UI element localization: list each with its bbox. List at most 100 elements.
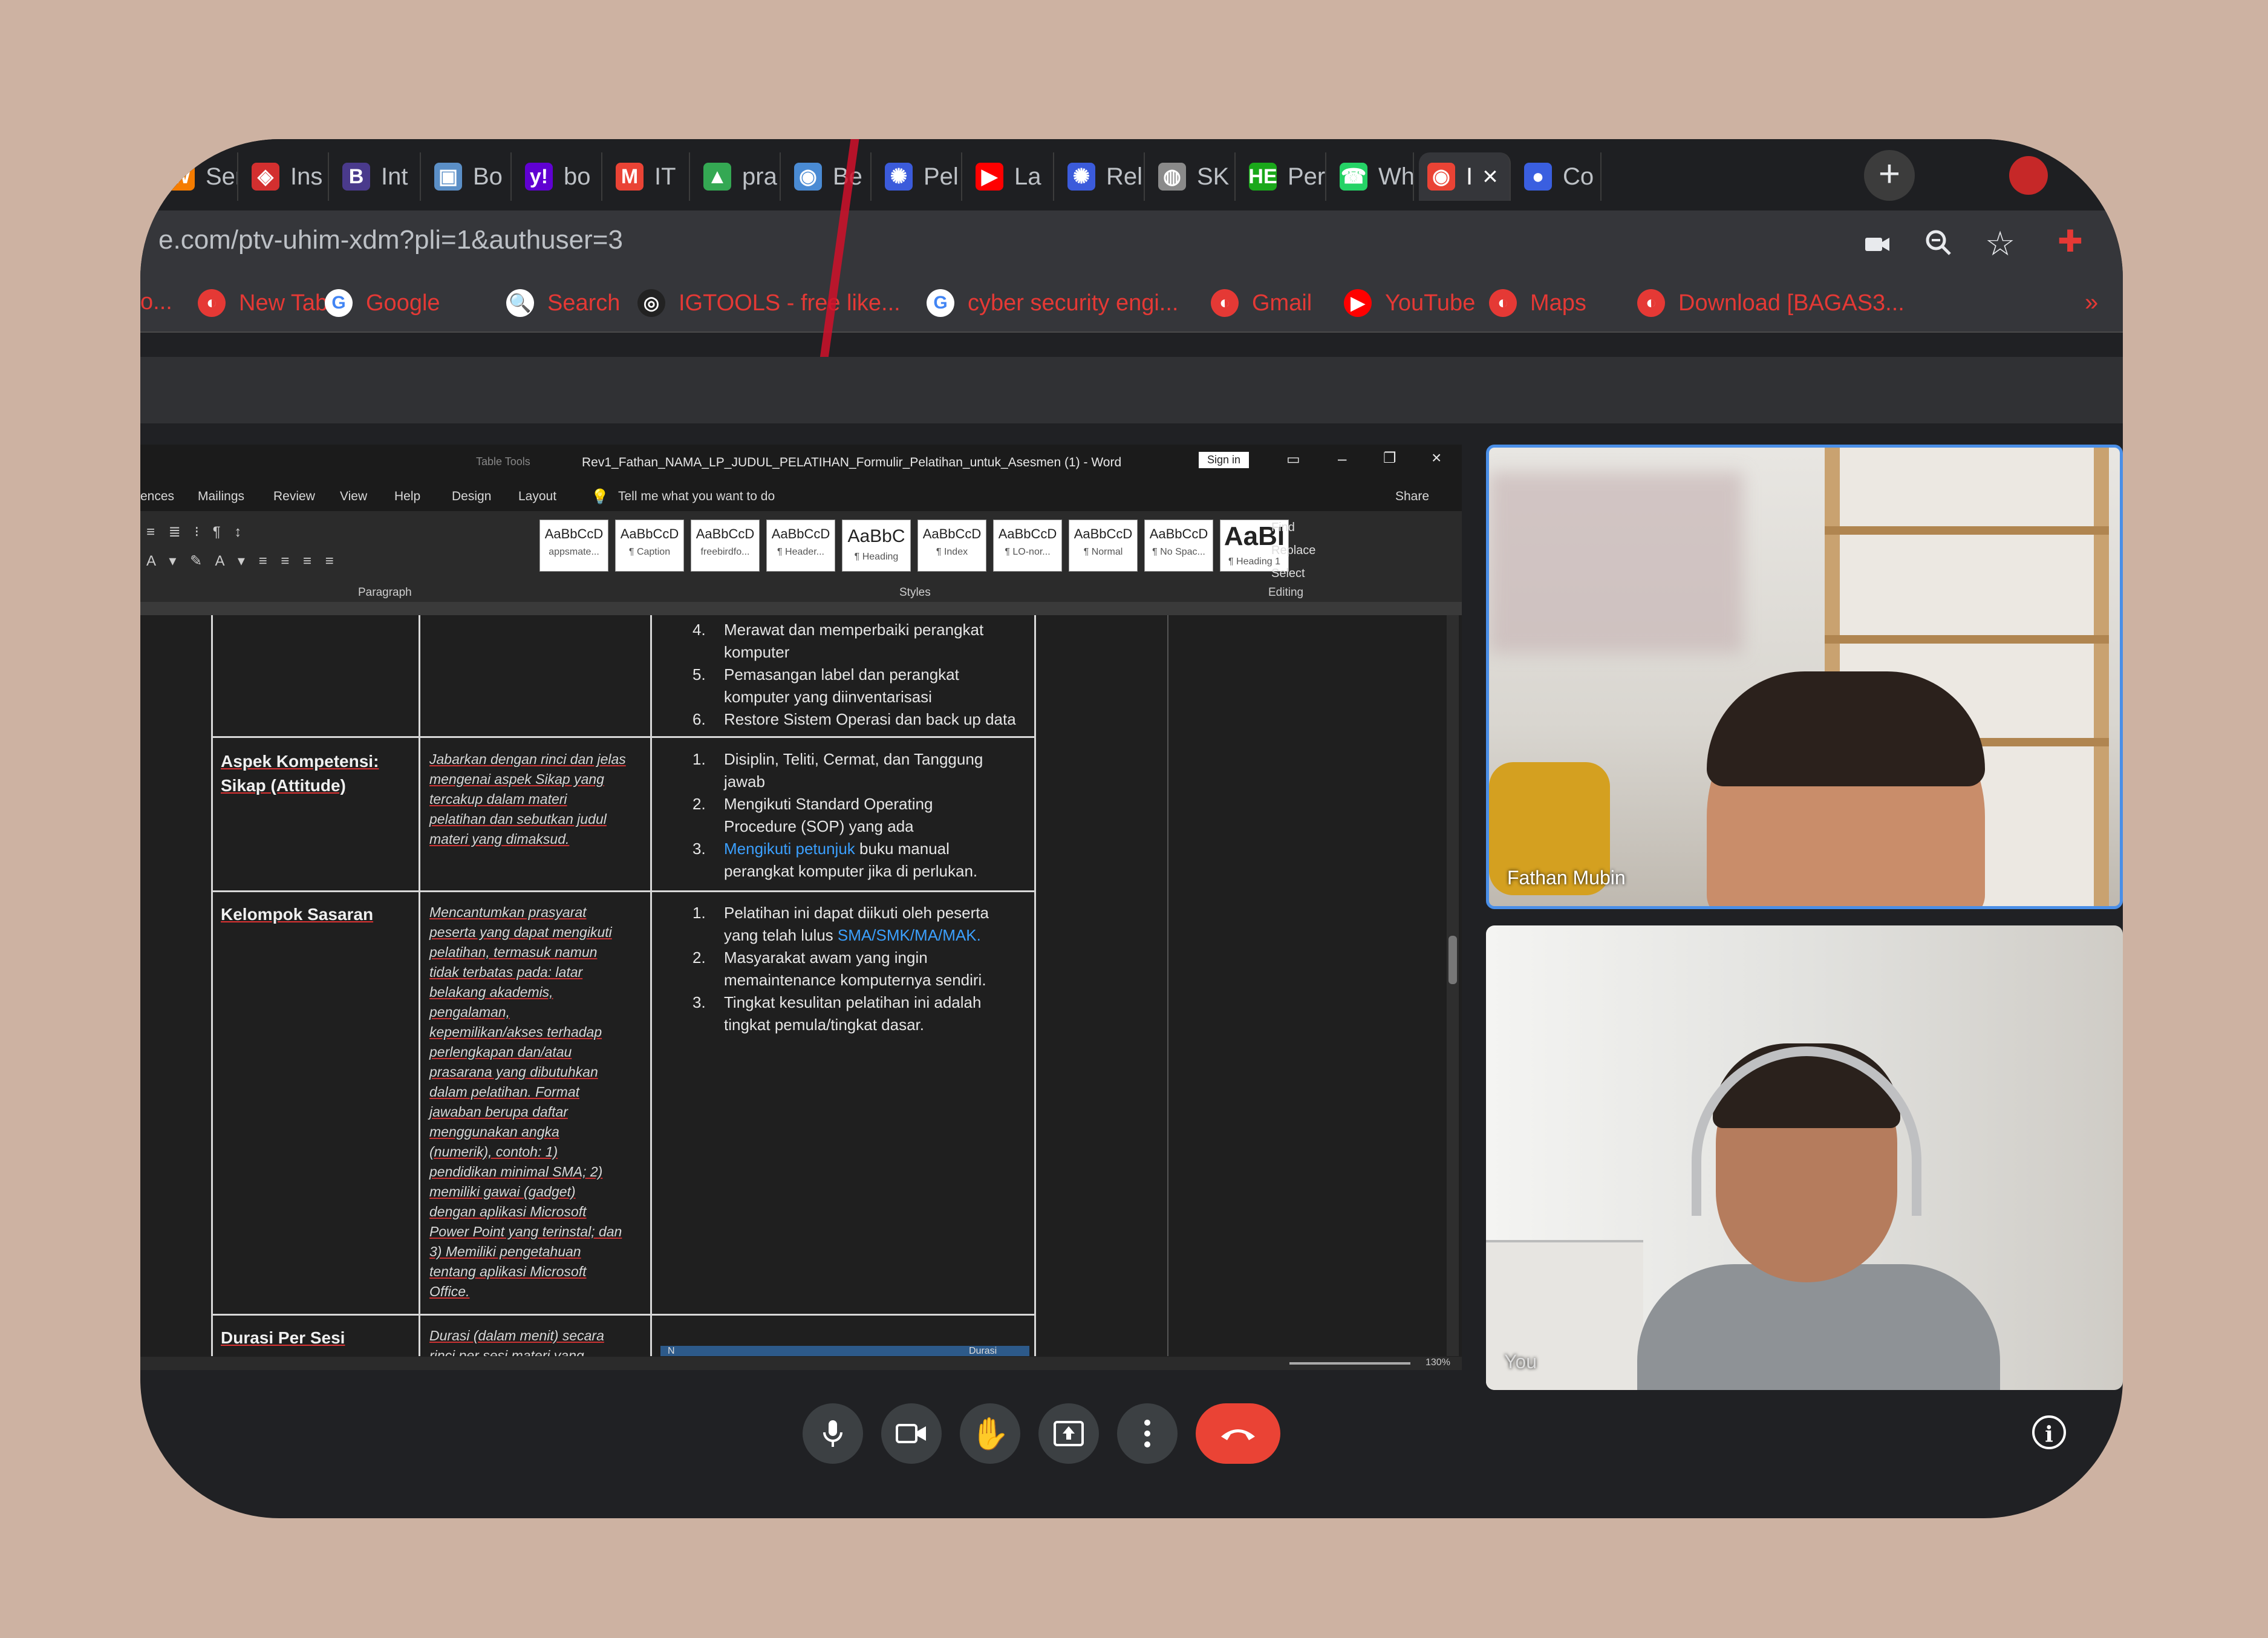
paragraph-tools: ≡ ≣ ⁝ ¶ ↕ <box>146 524 247 540</box>
document-title: Rev1_Fathan_NAMA_LP_JUDUL_PELATIHAN_Form… <box>582 455 1122 469</box>
word-tab[interactable]: Layout <box>518 489 556 504</box>
close-window-icon[interactable]: × <box>1432 448 1441 468</box>
restore-icon[interactable]: ❐ <box>1383 449 1396 467</box>
hang-up-icon <box>1221 1429 1255 1440</box>
browser-tab[interactable]: B Int <box>334 152 421 201</box>
raise-hand-button[interactable]: ✋ <box>960 1403 1020 1464</box>
globe-blue-icon: ✺ <box>885 163 913 191</box>
globe-red-icon: ◐ <box>198 289 226 317</box>
present-button[interactable] <box>1038 1403 1099 1464</box>
sign-in-button[interactable]: Sign in <box>1199 452 1250 468</box>
meeting-info-button[interactable]: i <box>2032 1415 2066 1449</box>
competency-item-1: 4. Merawat dan memperbaiki perangkat kompu… <box>692 621 984 661</box>
url-field[interactable]: e.com/ptv-uhim-xdm?pli=1&authuser=3 <box>158 225 623 255</box>
browser-tab[interactable]: y! bo <box>516 152 602 201</box>
camera-icon[interactable] <box>1864 229 1891 261</box>
laravel-icon: ◈ <box>252 163 279 191</box>
bookmark-item[interactable]: ▶ YouTube <box>1344 289 1475 317</box>
sasaran-item-2: 3. Tingkat kesulitan pelatihan ini adalah… <box>692 993 982 1034</box>
browser-tab[interactable]: ◍ SK <box>1150 152 1236 201</box>
style-gallery-item[interactable]: AaBbCcD ¶ Normal <box>1069 520 1138 572</box>
yahoo-icon: y! <box>525 163 553 191</box>
bookmark-item[interactable]: ◐ Gmail <box>1211 289 1312 317</box>
search-icon: 🔍 <box>506 289 534 317</box>
bookmark-item[interactable]: Gcyber security engi... <box>927 289 1178 317</box>
minimize-icon[interactable]: – <box>1338 449 1346 468</box>
browser-tab[interactable]: ● Co <box>1516 152 1602 201</box>
zoom-slider[interactable] <box>1289 1362 1410 1365</box>
tell-me-box[interactable]: Tell me what you want to do <box>618 489 775 504</box>
more-options-button[interactable] <box>1117 1403 1178 1464</box>
style-gallery-item[interactable]: AaBbCcD freebirdfo... <box>691 520 760 572</box>
browser-tab[interactable]: ▶ La <box>967 152 1054 201</box>
bookmark-item[interactable]: 🔍 Search <box>506 289 620 317</box>
youtube-icon: ▶ <box>976 163 1003 191</box>
browser-tab[interactable]: ▲ pra <box>695 152 781 201</box>
style-gallery-item[interactable]: AaBbC ¶ Heading <box>842 520 911 572</box>
style-gallery-item[interactable]: AaBbCcD ¶ Header... <box>766 520 835 572</box>
competency-item-3: 6. Restore Sistem Operasi dan back up dat… <box>692 710 1016 728</box>
bookmark-item[interactable]: ◐ New Tab <box>198 289 328 317</box>
tab-title: Ins <box>290 163 323 190</box>
word-ribbon: ≡ ≣ ⁝ ¶ ↕ A ▾ ✎ A ▾ ≡ ≡ ≡ ≡ AaBbCcD appsm… <box>140 511 1462 602</box>
durasi-instruction: Durasi (dalam menit) secara rinci per ses… <box>429 1328 604 1356</box>
browser-tab[interactable]: ▣ Bo <box>426 152 512 201</box>
browser-tab[interactable]: ◈ Ins <box>243 152 329 201</box>
word-tab[interactable]: Design <box>452 489 491 504</box>
share-button[interactable]: Share <box>1395 489 1429 504</box>
attitude-item-2: 2. Mengikuti Standard Operating Procedure … <box>692 795 933 835</box>
browser-tab[interactable]: ☎ Wh <box>1331 152 1414 201</box>
style-gallery-item[interactable]: AaBbCcD ¶ No Spac... <box>1144 520 1213 572</box>
style-gallery-item[interactable]: AaBbCcD ¶ Index <box>917 520 986 572</box>
bookmark-item[interactable]: ◐ Maps <box>1489 289 1586 317</box>
bookmark-star-icon[interactable]: ☆ <box>1985 224 2015 264</box>
word-tab[interactable]: Mailings <box>198 489 244 504</box>
globe-red-icon: ◐ <box>1489 289 1517 317</box>
tab-title: I <box>1466 163 1473 190</box>
extension-icon[interactable]: ✚ <box>2058 224 2083 259</box>
style-gallery-item[interactable]: AaBbCcD ¶ LO-nor... <box>993 520 1062 572</box>
bookmark-item[interactable]: o... <box>140 289 172 315</box>
browser-tab[interactable]: ◉Be <box>786 152 872 201</box>
word-tab[interactable]: Help <box>394 489 420 504</box>
new-tab-button[interactable]: + <box>1864 150 1915 201</box>
browser-tab[interactable]: ◉ I × <box>1419 152 1511 201</box>
meet-top-area <box>140 357 2123 423</box>
close-tab-icon[interactable]: × <box>1482 162 1498 192</box>
word-tab[interactable]: ences <box>140 489 174 504</box>
participant-video-self[interactable]: You <box>1486 925 2123 1390</box>
bookmark-item[interactable]: ◎ IGTOOLS - free like... <box>637 289 901 317</box>
horizontal-ruler[interactable] <box>140 602 1462 615</box>
profile-avatar[interactable] <box>2009 156 2048 195</box>
select-button[interactable]: Select <box>1271 567 1305 581</box>
browser-tab[interactable]: ✺ Pel <box>876 152 962 201</box>
browser-tab[interactable]: W Ser <box>158 152 238 201</box>
font-color-tools: A ▾ ✎ A ▾ ≡ ≡ ≡ ≡ <box>146 553 339 569</box>
zoom-level[interactable]: 130% <box>1426 1357 1450 1368</box>
tab-title: Per <box>1288 163 1326 190</box>
browser-tab[interactable]: ✺ Rel <box>1059 152 1145 201</box>
durasi-mini-table-header: N Durasi <box>660 1346 1029 1356</box>
style-gallery-item[interactable]: AaBbCcD appsmate... <box>539 520 608 572</box>
style-gallery-item[interactable]: AaBbCcD ¶ Caption <box>615 520 684 572</box>
ribbon-display-icon[interactable]: ▭ <box>1286 451 1300 468</box>
word-tab[interactable]: Review <box>273 489 315 504</box>
find-button[interactable]: Find <box>1271 521 1295 535</box>
bookmark-item[interactable]: ◐ Download [BAGAS3... <box>1637 289 1905 317</box>
bookmark-label: Gmail <box>1252 290 1312 316</box>
zoom-out-icon[interactable] <box>1924 229 1952 263</box>
google-icon: G <box>325 289 353 317</box>
bookmark-item[interactable]: G Google <box>325 289 440 317</box>
camera-button[interactable] <box>881 1403 942 1464</box>
bookmarks-bar: o... ◐ New Tab G Google 🔍 Search ◎ IGTOOLS - fre… <box>140 277 2123 333</box>
bookmarks-more-icon[interactable]: » <box>2085 289 2098 316</box>
browser-tab[interactable]: HE Per <box>1240 152 1326 201</box>
participant-video-fathan[interactable]: Fathan Mubin <box>1486 445 2123 909</box>
mic-button[interactable] <box>803 1403 863 1464</box>
replace-button[interactable]: Replace <box>1271 544 1315 558</box>
styles-group-label: Styles <box>899 586 931 599</box>
word-vertical-scrollbar[interactable] <box>1447 615 1459 1356</box>
end-call-button[interactable] <box>1196 1403 1280 1464</box>
word-tab[interactable]: View <box>340 489 367 504</box>
browser-tab[interactable]: M IT <box>607 152 690 201</box>
